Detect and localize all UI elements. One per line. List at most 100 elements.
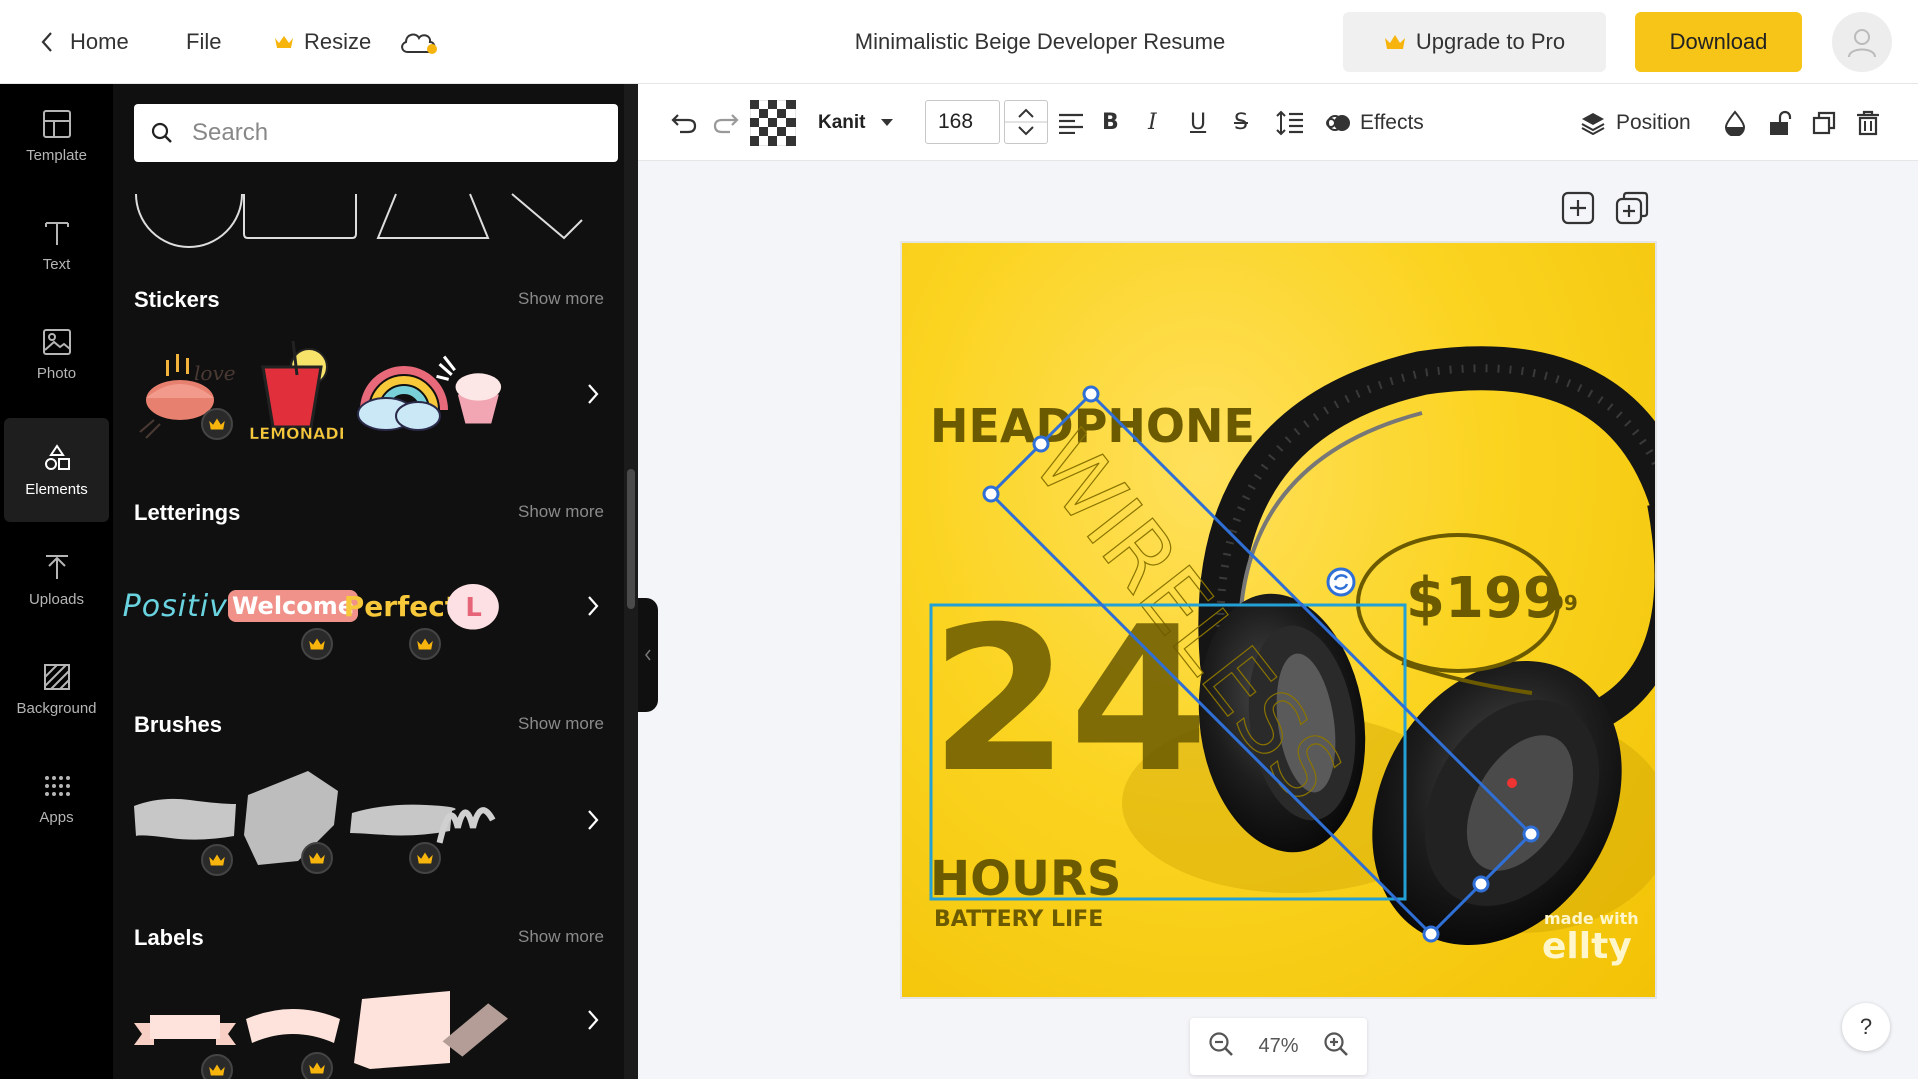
brushes-show-more[interactable]: Show more xyxy=(518,714,604,734)
stickers-show-more[interactable]: Show more xyxy=(518,289,604,309)
underline-button[interactable]: U xyxy=(1190,84,1206,161)
avatar[interactable] xyxy=(1832,12,1892,72)
text-icon xyxy=(44,221,69,245)
pro-badge xyxy=(201,844,233,876)
rail-item-template[interactable]: Template xyxy=(4,84,109,188)
duplicate-page-icon xyxy=(1615,191,1649,225)
label-ribbon-2[interactable] xyxy=(237,974,349,1079)
crown-icon xyxy=(209,854,225,866)
zoom-out-button[interactable] xyxy=(1208,1031,1234,1063)
chevron-right-icon xyxy=(588,1010,599,1030)
help-button[interactable]: ? xyxy=(1842,1003,1890,1051)
duplicate-button[interactable] xyxy=(1812,84,1836,161)
rail-item-apps[interactable]: Apps xyxy=(4,746,109,850)
layers-icon xyxy=(1581,112,1605,135)
lettering-welcome[interactable]: Welcome xyxy=(227,550,359,662)
add-page-button[interactable] xyxy=(1560,190,1596,231)
pro-badge xyxy=(301,842,333,874)
underline-icon: U xyxy=(1190,110,1207,135)
uploads-icon xyxy=(45,554,68,579)
transparency-button[interactable] xyxy=(750,84,796,161)
home-button[interactable]: Home xyxy=(40,0,129,84)
lock-button[interactable] xyxy=(1768,84,1792,161)
download-button[interactable]: Download xyxy=(1635,12,1802,72)
rail-item-background[interactable]: Background xyxy=(4,637,109,741)
labels-next-button[interactable] xyxy=(579,990,607,1050)
lettering-pink[interactable]: L xyxy=(435,550,511,662)
crown-icon xyxy=(275,36,293,48)
background-icon xyxy=(43,663,70,690)
font-family-select[interactable]: Kanit xyxy=(818,84,894,161)
resize-label: Resize xyxy=(304,29,372,54)
brush-4[interactable] xyxy=(435,764,511,876)
letterings-next-button[interactable] xyxy=(579,576,607,636)
align-left-button[interactable] xyxy=(1058,84,1084,161)
selection-overlay[interactable] xyxy=(902,243,1657,999)
letterings-show-more[interactable]: Show more xyxy=(518,502,604,522)
line-spacing-button[interactable] xyxy=(1276,84,1304,161)
brushes-title: Brushes xyxy=(134,712,223,737)
file-label: File xyxy=(186,29,222,54)
panel-scroll-thumb[interactable] xyxy=(627,469,635,609)
rail-item-uploads[interactable]: Uploads xyxy=(4,528,109,632)
trash-icon xyxy=(1857,110,1879,135)
zoom-in-icon xyxy=(1324,1031,1348,1056)
crown-icon xyxy=(309,1062,325,1074)
redo-button[interactable] xyxy=(712,84,740,161)
duplicate-page-button[interactable] xyxy=(1614,190,1650,231)
font-size-input[interactable]: 168 xyxy=(925,100,1000,144)
pro-badge xyxy=(301,628,333,660)
sticker-love-cake[interactable]: love xyxy=(129,334,241,446)
zoom-control: 47% xyxy=(1190,1018,1367,1075)
labels-show-more[interactable]: Show more xyxy=(518,927,604,947)
chevron-left-icon xyxy=(645,649,651,661)
opacity-button[interactable] xyxy=(1724,84,1746,161)
crown-icon xyxy=(309,638,325,650)
zoom-out-icon xyxy=(1209,1031,1233,1056)
zoom-level[interactable]: 47% xyxy=(1258,1035,1298,1058)
upgrade-button[interactable]: Upgrade to Pro xyxy=(1343,12,1606,72)
sticker-love-text: love xyxy=(194,361,236,385)
line-spacing-icon xyxy=(1276,110,1303,135)
font-size-stepper[interactable] xyxy=(1004,100,1048,144)
brush-2[interactable] xyxy=(237,764,349,876)
rail-item-elements[interactable]: Elements xyxy=(4,418,109,522)
italic-button[interactable]: I xyxy=(1148,84,1157,161)
rotate-handle[interactable] xyxy=(1326,567,1356,597)
design-canvas[interactable]: HEADPHONE WIRELESS 24 HOURS BATTERY LIFE… xyxy=(900,241,1657,999)
rail-item-photo[interactable]: Photo xyxy=(4,302,109,406)
rail-item-text[interactable]: Text xyxy=(4,193,109,297)
crown-icon xyxy=(309,852,325,864)
rail-label-elements: Elements xyxy=(25,480,88,498)
zoom-in-button[interactable] xyxy=(1323,1031,1349,1063)
delete-button[interactable] xyxy=(1856,84,1880,161)
rail-label-template: Template xyxy=(26,146,87,164)
panel-scrollbar[interactable] xyxy=(624,84,638,1079)
sticker-lemonade[interactable]: LEMONADE xyxy=(237,334,349,446)
labels-title: Labels xyxy=(134,925,204,950)
undo-button[interactable] xyxy=(670,84,698,161)
add-page-icon xyxy=(1561,191,1595,225)
brushes-next-button[interactable] xyxy=(579,790,607,850)
collapse-panel-button[interactable] xyxy=(638,598,658,712)
search-input[interactable] xyxy=(192,119,592,147)
lettering-positive[interactable]: Positive xyxy=(123,550,247,662)
sticker-cupcake[interactable] xyxy=(435,334,511,446)
document-title[interactable]: Minimalistic Beige Developer Resume xyxy=(820,0,1260,84)
label-ribbon-1[interactable] xyxy=(129,974,241,1079)
search-icon xyxy=(151,122,172,143)
bold-button[interactable]: B xyxy=(1102,84,1119,161)
brush-1[interactable] xyxy=(129,764,241,876)
resize-button[interactable]: Resize xyxy=(274,0,371,84)
search-box[interactable] xyxy=(134,104,618,162)
cloud-save-icon[interactable] xyxy=(398,0,440,84)
stickers-next-button[interactable] xyxy=(579,364,607,424)
strikethrough-button[interactable]: S xyxy=(1234,84,1248,161)
tag-icon xyxy=(442,1003,508,1057)
file-menu[interactable]: File xyxy=(186,0,221,84)
label-tag[interactable] xyxy=(435,974,511,1079)
photo-icon xyxy=(42,328,71,355)
effects-button[interactable]: Effects xyxy=(1326,84,1424,161)
position-button[interactable]: Position xyxy=(1580,84,1691,161)
stepper-arrows-icon xyxy=(1005,108,1047,136)
